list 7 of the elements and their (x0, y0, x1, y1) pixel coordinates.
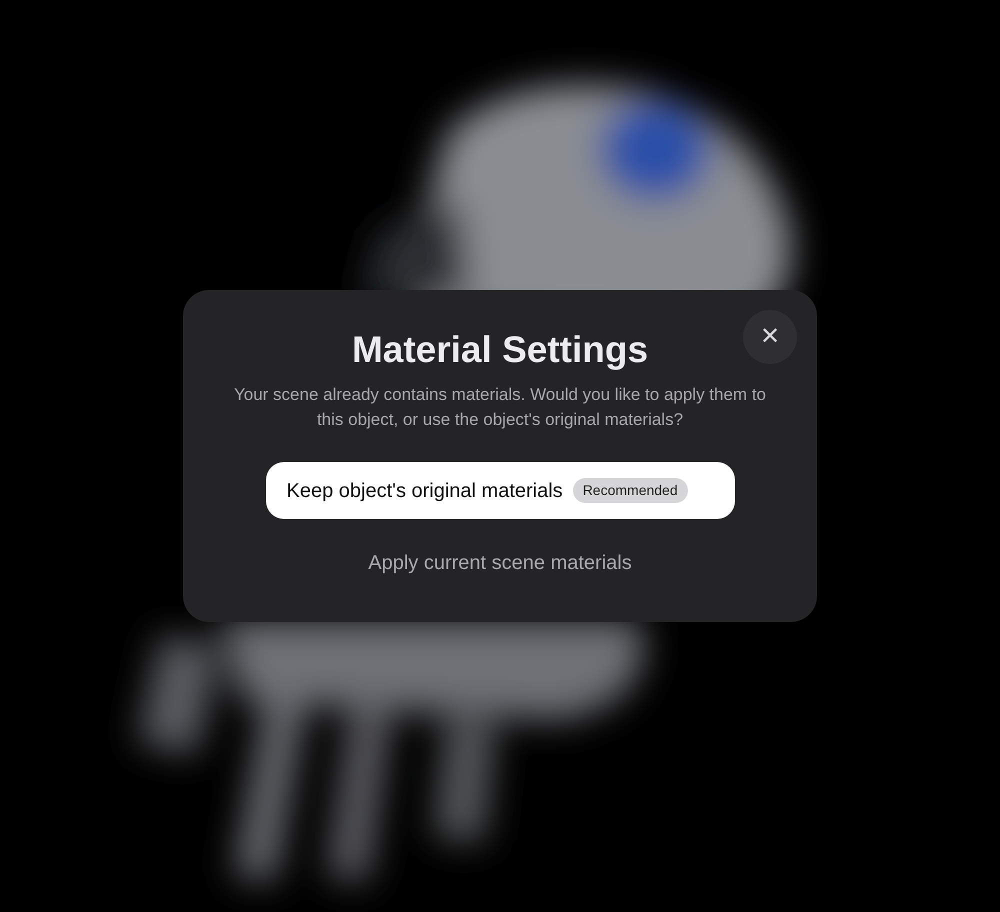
recommended-badge: Recommended (572, 478, 688, 503)
dialog-title: Material Settings (352, 328, 648, 372)
dialog-message: Your scene already contains materials. Would you like to apply them to this object, or use the object's original materials? (232, 384, 767, 431)
apply-scene-button[interactable]: Apply current scene materials (368, 549, 632, 577)
option-label: Keep object's original materials (286, 478, 563, 504)
keep-original-button[interactable]: Keep object's original materials Recommended (266, 462, 734, 519)
close-button[interactable]: ✕ (743, 310, 797, 364)
